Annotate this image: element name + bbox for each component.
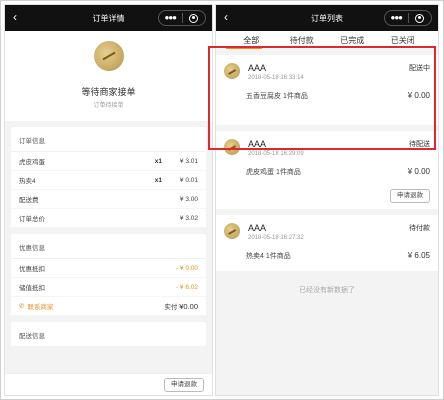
order-total-row: 订单总价 ¥ 3.02 bbox=[11, 209, 206, 228]
delivery-info-card: 配送信息 bbox=[11, 322, 206, 346]
shop-logo bbox=[224, 223, 240, 239]
navbar: ‹ 订单列表 ●●● bbox=[216, 5, 438, 31]
phone-icon: ✆ bbox=[19, 303, 25, 310]
back-icon[interactable]: ‹ bbox=[13, 10, 17, 24]
close-mini-program-icon[interactable] bbox=[183, 13, 206, 23]
order-detail-screen: ‹ 订单详情 ●●● 等待商家接单 订单待接单 订单信息 虎皮鸡蛋 x1 ¥ 3… bbox=[4, 4, 213, 396]
bottom-bar: 申请退款 bbox=[5, 373, 212, 395]
order-goods: 虎皮鸡蛋 1件商品 bbox=[246, 169, 301, 176]
order-amount: ¥ 6.05 bbox=[407, 251, 430, 260]
delivery-fee-row: 配送费 ¥ 3.00 bbox=[11, 190, 206, 209]
order-info-card: 订单信息 虎皮鸡蛋 x1 ¥ 3.01 热卖4 x1 ¥ 0.01 配送费 ¥ … bbox=[11, 127, 206, 228]
shop-name: AAA bbox=[248, 223, 267, 233]
contact-merchant-link[interactable]: ✆ 联系商家 bbox=[19, 301, 164, 311]
more-icon[interactable]: ●●● bbox=[159, 11, 182, 25]
shop-logo bbox=[93, 41, 124, 71]
mini-program-capsule: ●●● bbox=[384, 10, 432, 26]
order-amount: ¥ 0.00 bbox=[407, 167, 430, 176]
contact-row: ✆ 联系商家 实付 ¥0.00 bbox=[11, 297, 206, 316]
page-title: 订单详情 bbox=[92, 13, 125, 23]
close-mini-program-icon[interactable] bbox=[409, 13, 432, 23]
refund-button[interactable]: 申请退款 bbox=[164, 378, 204, 392]
order-item: 热卖4 x1 ¥ 0.01 bbox=[11, 171, 206, 190]
order-card[interactable]: AAA 2018-05-18 16:27:32 待付款 热卖4 1件商品 ¥ 6… bbox=[216, 215, 438, 271]
navbar: ‹ 订单详情 ●●● bbox=[5, 5, 212, 31]
back-icon[interactable]: ‹ bbox=[224, 10, 228, 24]
order-time: 2018-05-18 16:29:09 bbox=[248, 151, 304, 157]
discount-info-card: 优惠信息 优惠抵扣 - ¥ 0.00 储值抵扣 - ¥ 6.02 ✆ 联系商家 … bbox=[11, 234, 206, 316]
highlight-box bbox=[208, 46, 436, 150]
delivery-info-heading: 配送信息 bbox=[19, 333, 45, 340]
order-goods: 热卖4 1件商品 bbox=[246, 253, 291, 260]
mini-program-capsule: ●●● bbox=[158, 10, 206, 26]
end-of-list-note: 已经没有新数据了 bbox=[299, 287, 355, 294]
page-title: 订单列表 bbox=[311, 13, 343, 23]
actual-paid: 实付 ¥0.00 bbox=[164, 302, 198, 311]
discount-info-heading: 优惠信息 bbox=[11, 234, 206, 259]
status-title: 等待商家接单 bbox=[81, 87, 136, 97]
discount-row: 优惠抵扣 - ¥ 0.00 bbox=[11, 259, 206, 278]
status-subtitle: 订单待接单 bbox=[93, 103, 124, 109]
order-state: 待付款 bbox=[409, 225, 430, 232]
refund-button[interactable]: 申请退款 bbox=[390, 189, 430, 203]
order-status: 等待商家接单 订单待接单 bbox=[5, 31, 212, 121]
order-item: 虎皮鸡蛋 x1 ¥ 3.01 bbox=[11, 152, 206, 171]
order-info-heading: 订单信息 bbox=[11, 127, 206, 152]
stored-value-row: 储值抵扣 - ¥ 6.02 bbox=[11, 278, 206, 297]
order-time: 2018-05-18 16:27:32 bbox=[248, 235, 304, 241]
more-icon[interactable]: ●●● bbox=[385, 11, 408, 25]
